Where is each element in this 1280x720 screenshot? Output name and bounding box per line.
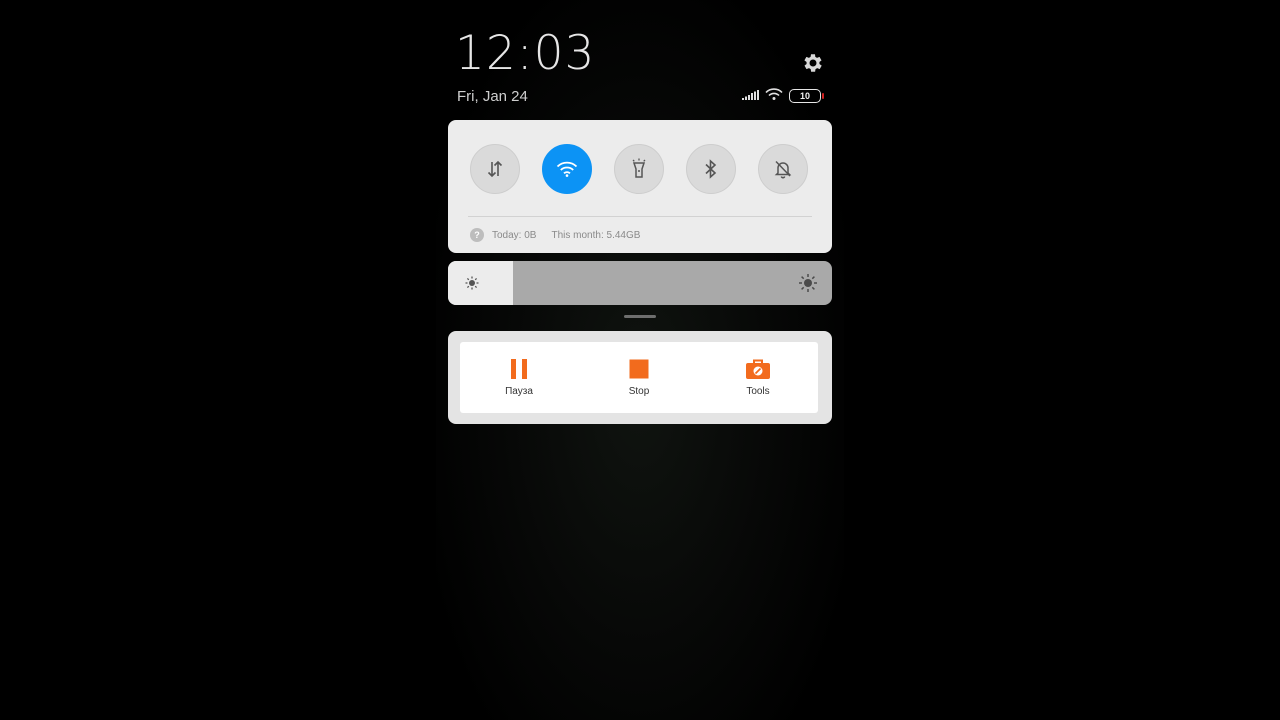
usage-today: Today: 0B bbox=[492, 229, 537, 241]
data-arrows-icon bbox=[487, 160, 503, 178]
media-controls: Пауза Stop Tools bbox=[460, 342, 818, 413]
usage-month: This month: 5.44GB bbox=[551, 229, 641, 241]
date[interactable]: Fri, Jan 24 bbox=[457, 88, 528, 105]
toggle-mobile-data[interactable] bbox=[470, 144, 520, 194]
notification-card: Пауза Stop Tools bbox=[448, 331, 832, 424]
brightness-low-icon bbox=[465, 276, 479, 290]
toggle-flashlight[interactable] bbox=[614, 144, 664, 194]
battery-level: 10 bbox=[799, 91, 810, 101]
bell-off-icon bbox=[774, 160, 792, 179]
brightness-high-icon bbox=[799, 274, 817, 292]
data-usage[interactable]: ? Today: 0B This month: 5.44GB bbox=[470, 228, 640, 242]
stop-button[interactable]: Stop bbox=[599, 358, 679, 397]
toggle-bluetooth[interactable] bbox=[686, 144, 736, 194]
wifi-icon bbox=[765, 87, 783, 105]
toggle-wifi[interactable] bbox=[542, 144, 592, 194]
pause-label: Пауза bbox=[505, 386, 533, 397]
tools-label: Tools bbox=[746, 386, 770, 397]
bluetooth-icon bbox=[705, 159, 717, 179]
status-icons: 10 bbox=[742, 87, 824, 105]
quick-settings-panel: ? Today: 0B This month: 5.44GB bbox=[448, 120, 832, 253]
tools-button[interactable]: Tools bbox=[718, 358, 798, 397]
divider bbox=[468, 216, 812, 217]
drag-handle[interactable] bbox=[624, 315, 656, 318]
gear-icon[interactable] bbox=[801, 51, 825, 75]
brightness-fill bbox=[448, 261, 514, 305]
clock[interactable]: 12:03 bbox=[455, 26, 595, 81]
toggle-silent[interactable] bbox=[758, 144, 808, 194]
brightness-slider[interactable] bbox=[448, 261, 832, 305]
stop-icon bbox=[629, 359, 649, 379]
cellular-signal-icon bbox=[742, 87, 759, 105]
toolbox-icon bbox=[746, 359, 770, 379]
battery-indicator: 10 bbox=[789, 89, 824, 103]
pause-button[interactable]: Пауза bbox=[479, 358, 559, 397]
wifi-icon bbox=[556, 161, 578, 177]
stop-label: Stop bbox=[628, 386, 650, 397]
pause-icon bbox=[511, 359, 527, 379]
flashlight-icon bbox=[632, 158, 646, 178]
info-icon: ? bbox=[470, 228, 484, 242]
